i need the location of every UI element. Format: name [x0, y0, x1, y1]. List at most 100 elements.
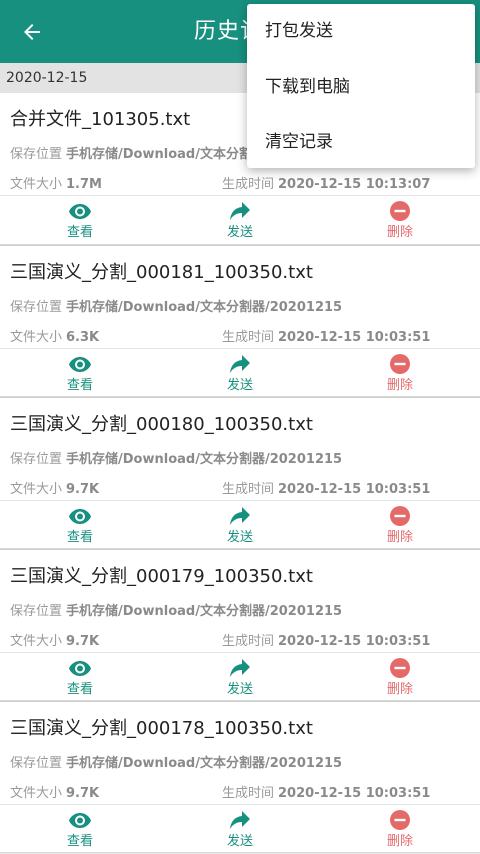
time-value: 2020-12-15 10:03:51: [278, 330, 431, 345]
minus-circle-icon: [390, 658, 410, 678]
save-path: 保存位置 手机存储/Download/文本分割器/20201215: [10, 752, 342, 771]
size-label: 文件大小: [10, 482, 63, 497]
menu-item-download-to-pc[interactable]: 下载到电脑: [247, 60, 475, 115]
time-value: 2020-12-15 10:03:51: [278, 482, 431, 497]
send-label: 发送: [226, 378, 253, 393]
card-actions: 查看 发送 删除: [0, 348, 480, 398]
created-time: 生成时间 2020-12-15 10:03:51: [222, 630, 430, 649]
eye-icon: [68, 201, 92, 221]
size-label: 文件大小: [10, 786, 63, 801]
eye-icon: [68, 354, 92, 374]
send-button[interactable]: 发送: [160, 349, 320, 398]
eye-icon: [68, 810, 92, 830]
send-button[interactable]: 发送: [160, 501, 320, 550]
size-value: 9.7K: [66, 786, 100, 801]
file-size: 文件大小 6.3K: [10, 326, 99, 345]
minus-circle-icon: [390, 201, 410, 221]
path-value: 手机存储/Download/文本分割器/20201215: [66, 604, 343, 619]
size-value: 1.7M: [66, 177, 102, 192]
file-size: 文件大小 9.7K: [10, 478, 99, 497]
path-value: 手机存储/Download/文本分割器: [66, 147, 265, 162]
card-actions: 查看 发送 删除: [0, 804, 480, 854]
view-button[interactable]: 查看: [0, 501, 160, 550]
send-label: 发送: [226, 530, 253, 545]
file-size: 文件大小 9.7K: [10, 630, 99, 649]
delete-label: 删除: [386, 682, 413, 697]
path-label: 保存位置: [10, 452, 63, 467]
view-button[interactable]: 查看: [0, 349, 160, 398]
view-label: 查看: [66, 225, 93, 240]
file-card: 三国演义_分割_000178_100350.txt 保存位置 手机存储/Downl…: [0, 701, 480, 853]
file-card: 三国演义_分割_000181_100350.txt 保存位置 手机存储/Downl…: [0, 245, 480, 397]
size-label: 文件大小: [10, 330, 63, 345]
time-value: 2020-12-15 10:03:51: [278, 786, 431, 801]
share-arrow-icon: [229, 201, 251, 221]
delete-label: 删除: [386, 834, 413, 849]
menu-item-clear-records[interactable]: 清空记录: [247, 115, 475, 170]
time-label: 生成时间: [222, 634, 275, 649]
view-label: 查看: [66, 682, 93, 697]
size-value: 9.7K: [66, 482, 100, 497]
save-path: 保存位置 手机存储/Download/文本分割器: [10, 143, 265, 162]
delete-button[interactable]: 删除: [320, 653, 480, 702]
delete-label: 删除: [386, 378, 413, 393]
delete-button[interactable]: 删除: [320, 349, 480, 398]
path-label: 保存位置: [10, 147, 63, 162]
path-value: 手机存储/Download/文本分割器/20201215: [66, 300, 343, 315]
view-button[interactable]: 查看: [0, 196, 160, 245]
view-label: 查看: [66, 530, 93, 545]
path-value: 手机存储/Download/文本分割器/20201215: [66, 452, 343, 467]
share-arrow-icon: [229, 354, 251, 374]
file-name: 合并文件_101305.txt: [10, 109, 191, 130]
file-name: 三国演义_分割_000180_100350.txt: [10, 414, 313, 435]
created-time: 生成时间 2020-12-15 10:03:51: [222, 478, 430, 497]
send-label: 发送: [226, 682, 253, 697]
share-arrow-icon: [229, 506, 251, 526]
time-label: 生成时间: [222, 786, 275, 801]
save-path: 保存位置 手机存储/Download/文本分割器/20201215: [10, 600, 342, 619]
path-label: 保存位置: [10, 604, 63, 619]
view-button[interactable]: 查看: [0, 805, 160, 854]
size-label: 文件大小: [10, 634, 63, 649]
app-screen: 历史记录 2020-12-15 合并文件_101305.txt 保存位置 手机存储…: [0, 0, 480, 854]
delete-button[interactable]: 删除: [320, 501, 480, 550]
created-time: 生成时间 2020-12-15 10:03:51: [222, 782, 430, 801]
send-button[interactable]: 发送: [160, 653, 320, 702]
time-label: 生成时间: [222, 177, 275, 192]
file-size: 文件大小 9.7K: [10, 782, 99, 801]
file-name: 三国演义_分割_000179_100350.txt: [10, 566, 313, 587]
file-card: 三国演义_分割_000180_100350.txt 保存位置 手机存储/Downl…: [0, 397, 480, 549]
card-actions: 查看 发送 删除: [0, 500, 480, 550]
path-label: 保存位置: [10, 756, 63, 771]
history-list: 合并文件_101305.txt 保存位置 手机存储/Download/文本分割器 …: [0, 93, 480, 853]
share-arrow-icon: [229, 658, 251, 678]
view-label: 查看: [66, 834, 93, 849]
send-button[interactable]: 发送: [160, 805, 320, 854]
size-label: 文件大小: [10, 177, 63, 192]
path-value: 手机存储/Download/文本分割器/20201215: [66, 756, 343, 771]
path-label: 保存位置: [10, 300, 63, 315]
delete-button[interactable]: 删除: [320, 805, 480, 854]
time-label: 生成时间: [222, 482, 275, 497]
card-actions: 查看 发送 删除: [0, 195, 480, 245]
save-path: 保存位置 手机存储/Download/文本分割器/20201215: [10, 448, 342, 467]
file-name: 三国演义_分割_000178_100350.txt: [10, 718, 313, 739]
view-button[interactable]: 查看: [0, 653, 160, 702]
file-name: 三国演义_分割_000181_100350.txt: [10, 262, 313, 283]
minus-circle-icon: [390, 354, 410, 374]
share-arrow-icon: [229, 810, 251, 830]
menu-item-pack-send[interactable]: 打包发送: [247, 4, 475, 60]
time-value: 2020-12-15 10:13:07: [278, 177, 431, 192]
size-value: 6.3K: [66, 330, 100, 345]
time-label: 生成时间: [222, 330, 275, 345]
delete-button[interactable]: 删除: [320, 196, 480, 245]
eye-icon: [68, 506, 92, 526]
created-time: 生成时间 2020-12-15 10:13:07: [222, 173, 430, 192]
send-button[interactable]: 发送: [160, 196, 320, 245]
file-card: 三国演义_分割_000179_100350.txt 保存位置 手机存储/Downl…: [0, 549, 480, 701]
eye-icon: [68, 658, 92, 678]
delete-label: 删除: [386, 530, 413, 545]
created-time: 生成时间 2020-12-15 10:03:51: [222, 326, 430, 345]
overflow-menu: 打包发送 下载到电脑 清空记录: [247, 4, 475, 168]
view-label: 查看: [66, 378, 93, 393]
